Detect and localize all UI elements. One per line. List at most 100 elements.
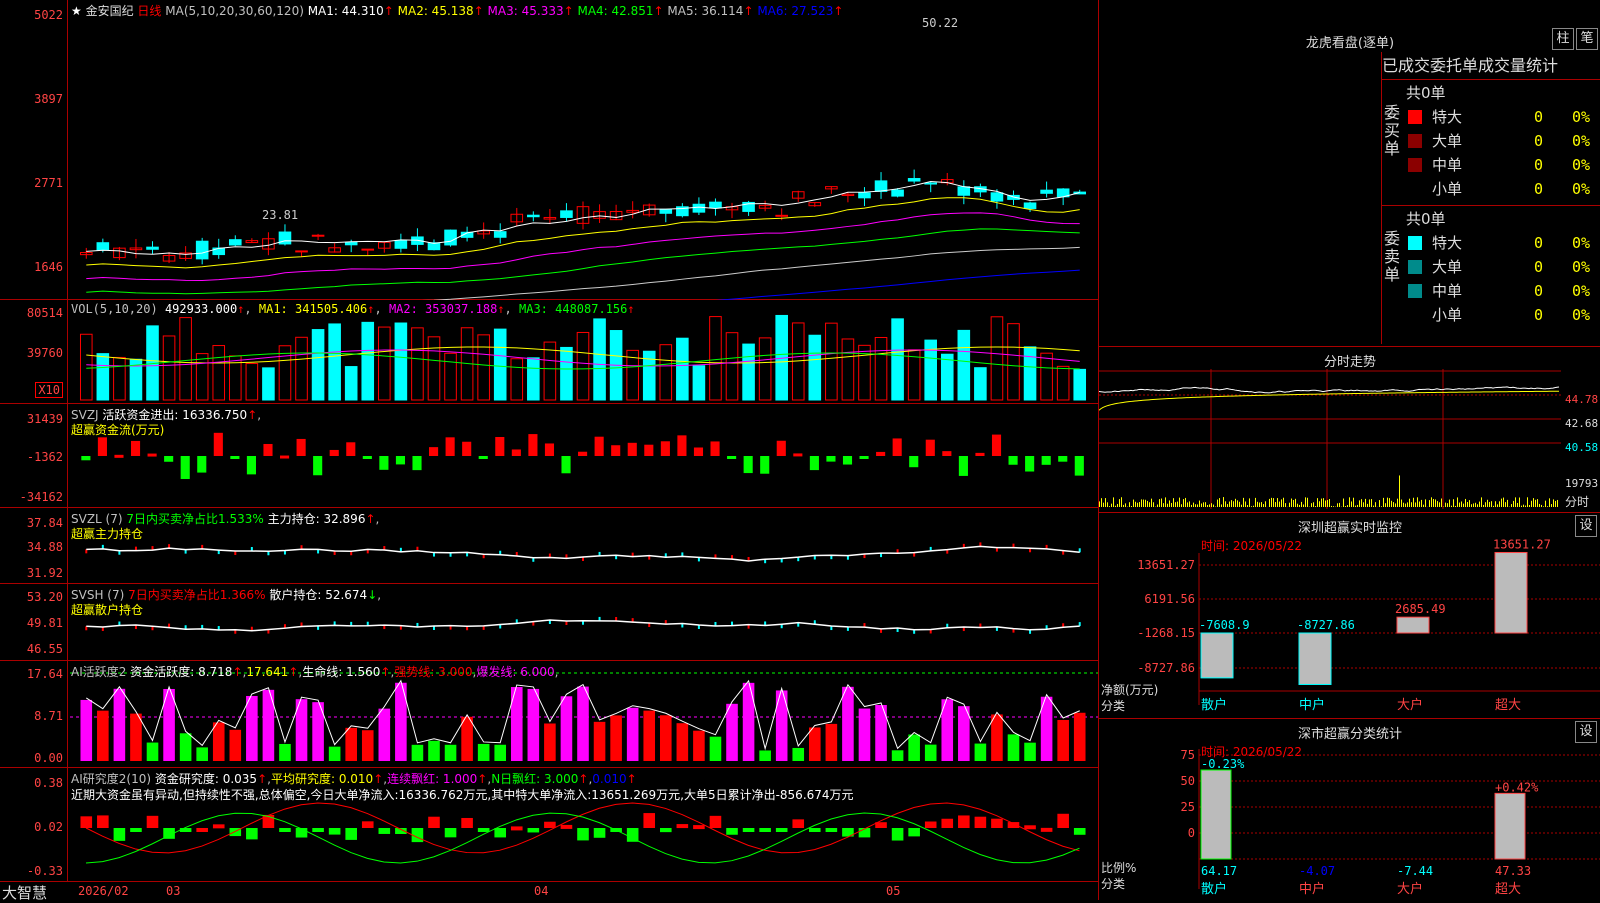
minute-vol (1487, 500, 1488, 507)
minute-vol (1397, 499, 1398, 507)
net-bar (1397, 617, 1429, 633)
res-cont: 连续飘红: 1.000 (387, 772, 477, 786)
minute-vol (1119, 499, 1120, 507)
flow-bar (826, 456, 835, 462)
bar-view-button[interactable]: 柱 (1552, 28, 1574, 50)
activity-bar (494, 745, 506, 761)
order-row: 特大00% (1406, 232, 1600, 254)
trade-view-button[interactable]: 笔 (1576, 28, 1598, 50)
minute-vol (1145, 500, 1146, 507)
flow-bar (810, 456, 819, 470)
minute-vol (1449, 500, 1450, 507)
research-bar (660, 828, 672, 832)
vol-bar (941, 354, 953, 400)
minute-vol (1475, 503, 1476, 507)
minute-vol (1243, 498, 1244, 507)
sell-section: 委卖单共0单特大00%大单00%中单00%小单00% (1382, 206, 1600, 332)
minute-vol (1303, 504, 1304, 507)
flow-bar (975, 453, 984, 456)
candle (362, 249, 374, 250)
candle (312, 235, 324, 236)
vol-bar (1024, 347, 1036, 400)
vol-bar (329, 324, 341, 400)
flow-bar (98, 437, 107, 456)
vol-bar (1008, 324, 1020, 400)
minute-vol (1227, 504, 1228, 507)
order-total: 共0单 (1406, 208, 1446, 229)
flow-bar (1075, 456, 1084, 476)
minute-vol (1217, 500, 1218, 507)
net-bar (1299, 633, 1331, 684)
svzl-pane[interactable]: 37.8434.8831.92 SVZL (7) 7日内买卖净占比1.533% … (0, 508, 1098, 584)
svzj-pane[interactable]: 31439-1362-34162 SVZJ 活跃资金进出: 16336.750↑… (0, 404, 1098, 508)
research-bar (80, 816, 92, 828)
vol-bar (842, 339, 854, 400)
activity-bar (892, 750, 904, 761)
minute-vol (1189, 501, 1190, 507)
res-nday: N日飘红: 3.000 (491, 772, 578, 786)
minute-vol (1313, 502, 1314, 507)
ma-line (86, 270, 1079, 300)
minute-vol (1517, 503, 1518, 507)
flow-bar (876, 452, 885, 456)
minute-vol (1463, 504, 1464, 507)
classify-panel[interactable]: 深市超赢分类统计 设 时间: 2026/05/22 7550250-0.23%6… (1099, 718, 1600, 900)
vol-ma3: MA3: 448087.156 (519, 302, 627, 316)
ai2-header: AI活跃度2 资金活跃度: 8.718↑,17.641↑,生命线: 1.560↑… (71, 663, 558, 680)
flow-bar (346, 442, 355, 456)
minute-vol (1277, 498, 1278, 507)
time-axis: 大智慧 2026/02 03 04 05 (0, 882, 1098, 900)
minute-vol (1345, 506, 1346, 507)
minute-vol (1365, 499, 1366, 507)
minute-vol (1107, 502, 1108, 507)
minute-vol (1283, 498, 1284, 507)
fenshi-panel[interactable]: 分时走势 44.78 42.68 40.58 19793 分时 (1099, 346, 1600, 512)
color-swatch (1408, 110, 1422, 124)
order-count: 0 (1534, 108, 1543, 126)
vol-bar (1074, 369, 1086, 400)
activity-bar (114, 689, 126, 761)
minute-vol (1327, 500, 1328, 507)
ai2-burst: 爆发线: 6.000 (476, 665, 554, 679)
research-bar (710, 816, 722, 828)
research-bar (743, 828, 755, 832)
right-panel[interactable]: 龙虎看盘(逐单) 柱 笔 已成交委托单成交量统计 委买单共0单特大00%大单00… (1098, 0, 1600, 900)
minute-vol (1433, 499, 1434, 507)
minute-vol (1183, 499, 1184, 507)
research-bar (147, 816, 159, 828)
vol-bar (743, 344, 755, 400)
minute-vol (1319, 501, 1320, 507)
svsh-pane[interactable]: 53.2049.8146.55 SVSH (7) 7日内买卖净占比1.366% … (0, 584, 1098, 661)
flow-bar (131, 441, 140, 456)
research-bar (594, 828, 606, 838)
lhb-tabs[interactable]: 已成交委托单成交量统计 (1382, 52, 1600, 80)
minute-vol (1113, 497, 1114, 507)
minute-vol (1203, 502, 1204, 507)
monitor-panel[interactable]: 深圳超赢实时监控 设 时间: 2026/05/22 13651.276191.5… (1099, 512, 1600, 718)
volume-pane[interactable]: 8051439760X10 VOL(5,10,20) 492933.000↑, … (0, 300, 1098, 404)
minute-vol (1101, 498, 1102, 507)
candle (776, 215, 788, 216)
ai-activity-pane[interactable]: 17.648.710.00 AI活跃度2 资金活跃度: 8.718↑,17.64… (0, 661, 1098, 768)
activity-bar (1074, 713, 1086, 761)
vol-bar (412, 328, 424, 400)
ai-research-pane[interactable]: 0.380.02-0.33 AI研究度2(10) 资金研究度: 0.035↑,平… (0, 768, 1098, 882)
flow-bar (1009, 456, 1018, 465)
research-bar (279, 828, 291, 832)
ma-label: MA5: 36.114 (664, 4, 744, 18)
svzj-subtitle: 超赢资金流(万元) (71, 421, 164, 438)
category-label: 超大 (1495, 698, 1521, 713)
minute-vol (1431, 497, 1432, 507)
kline-area[interactable]: 5022389727711646 ★ 金安国纪 日线 MA(5,10,20,30… (0, 0, 1098, 900)
vol-bar (726, 333, 738, 400)
research-bar (643, 813, 655, 828)
minute-vol (1459, 503, 1460, 507)
minute-vol (1293, 500, 1294, 507)
minute-vol (1331, 506, 1332, 507)
minute-vol (1201, 503, 1202, 507)
minute-vol (1451, 506, 1452, 507)
price-pane[interactable]: 5022389727711646 ★ 金安国纪 日线 MA(5,10,20,30… (0, 0, 1098, 300)
minute-vol (1381, 506, 1382, 507)
minute-vol (1197, 504, 1198, 507)
flow-bar (230, 456, 239, 459)
